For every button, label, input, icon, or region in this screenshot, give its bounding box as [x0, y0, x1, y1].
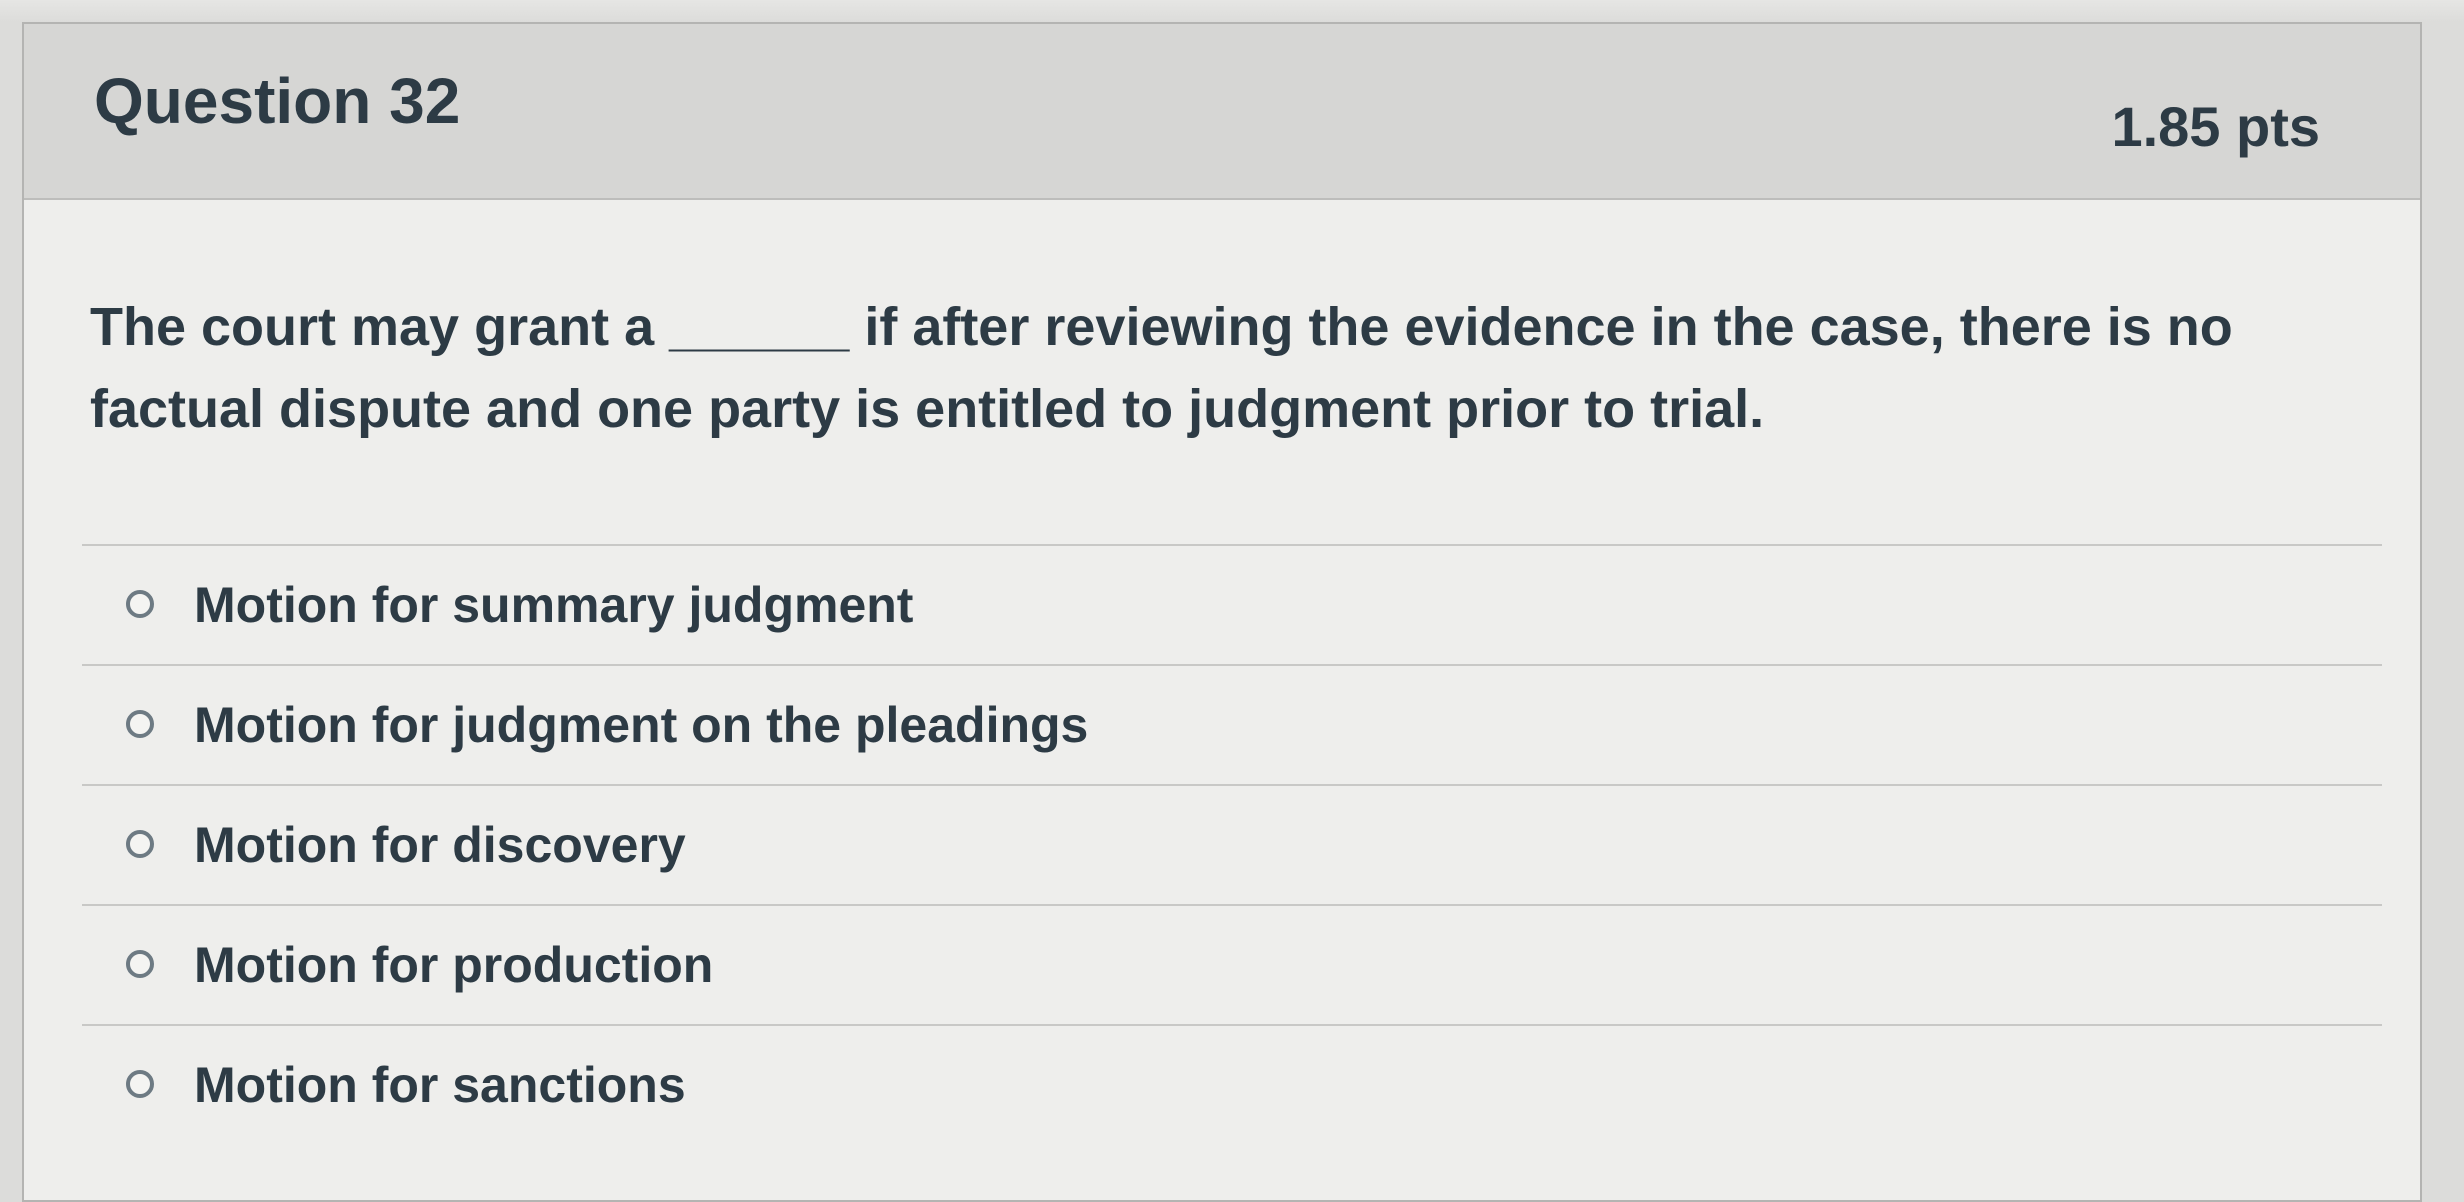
radio-button[interactable]	[126, 830, 154, 858]
answer-option-judgment-on-pleadings[interactable]: Motion for judgment on the pleadings	[82, 666, 2382, 786]
answer-label[interactable]: Motion for discovery	[194, 816, 686, 874]
answer-label[interactable]: Motion for production	[194, 936, 713, 994]
radio-button[interactable]	[126, 950, 154, 978]
answer-option-summary-judgment[interactable]: Motion for summary judgment	[82, 546, 2382, 666]
question-header: Question 32 1.85 pts	[24, 24, 2420, 200]
radio-button[interactable]	[126, 590, 154, 618]
answer-option-production[interactable]: Motion for production	[82, 906, 2382, 1026]
question-points: 1.85 pts	[2111, 95, 2320, 158]
answer-label[interactable]: Motion for judgment on the pleadings	[194, 696, 1088, 754]
answer-option-sanctions[interactable]: Motion for sanctions	[82, 1026, 2382, 1146]
answer-label[interactable]: Motion for sanctions	[194, 1056, 686, 1114]
radio-button[interactable]	[126, 1070, 154, 1098]
screen-top-edge	[0, 0, 2464, 22]
question-text: The court may grant a ______ if after re…	[90, 297, 2233, 439]
answer-label[interactable]: Motion for summary judgment	[194, 576, 913, 634]
radio-button[interactable]	[126, 710, 154, 738]
question-title: Question 32	[94, 65, 461, 137]
answer-option-discovery[interactable]: Motion for discovery	[82, 786, 2382, 906]
question-card: Question 32 1.85 pts The court may grant…	[22, 22, 2422, 1202]
answer-list: Motion for summary judgment Motion for j…	[82, 544, 2382, 1146]
